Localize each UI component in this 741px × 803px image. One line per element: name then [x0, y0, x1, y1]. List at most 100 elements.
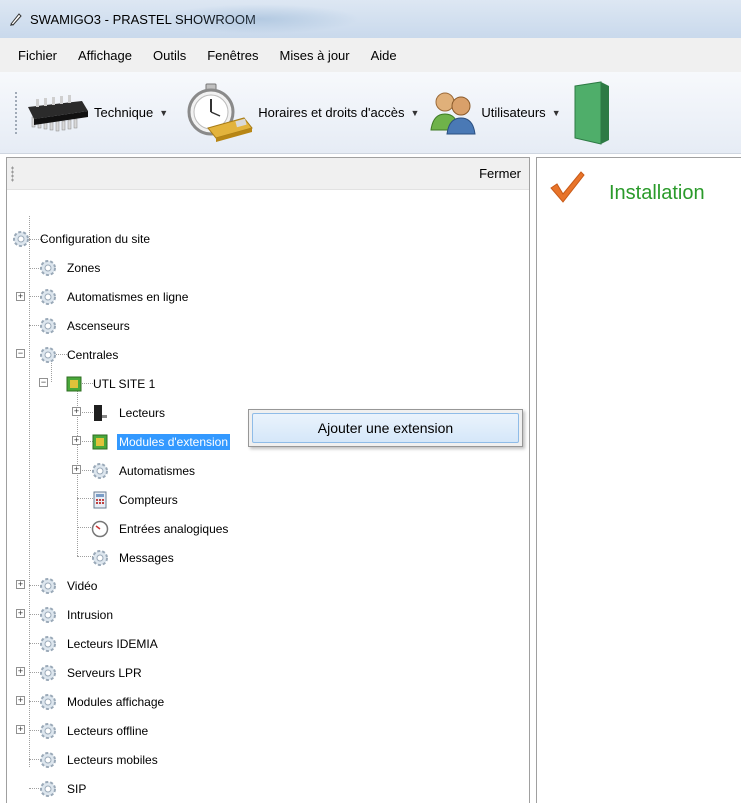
tree-node-modules-affichage[interactable]: Modules affichage [39, 691, 166, 713]
tree-node-lecteurs-idemia[interactable]: Lecteurs IDEMIA [39, 633, 160, 655]
gear-icon [40, 723, 56, 739]
expand-automatismes[interactable]: + [72, 465, 81, 474]
tree-label: Messages [119, 551, 174, 565]
menu-bar: Fichier Affichage Outils Fenêtres Mises … [0, 38, 741, 72]
menu-mises-a-jour[interactable]: Mises à jour [280, 48, 350, 63]
tree-node-intrusion[interactable]: Intrusion [39, 604, 115, 626]
gear-icon [40, 607, 56, 623]
tree-node-automatismes[interactable]: Automatismes [91, 460, 197, 482]
panel-heading: Installation [609, 182, 705, 204]
gear-icon [40, 752, 56, 768]
gauge-icon [91, 520, 109, 538]
expand-modules-affichage[interactable]: + [16, 696, 25, 705]
tree-label: Intrusion [67, 608, 114, 622]
tree-label: Lecteurs IDEMIA [67, 637, 158, 651]
tree-label: Automatismes [119, 464, 196, 478]
tree-label: Compteurs [119, 493, 178, 507]
expand-intrusion[interactable]: + [16, 609, 25, 618]
collapse-utl-site[interactable]: − [39, 378, 48, 387]
expand-serveurs-lpr[interactable]: + [16, 667, 25, 676]
gear-icon [40, 260, 56, 276]
context-menu: Ajouter une extension [248, 409, 523, 447]
expand-modules-extension[interactable]: + [72, 436, 81, 445]
chip-icon [28, 94, 88, 131]
gear-icon [40, 694, 56, 710]
calculator-icon [93, 491, 107, 509]
tree-node-compteurs[interactable]: Compteurs [91, 489, 180, 511]
tree-label: Lecteurs offline [67, 724, 149, 738]
gear-icon [40, 636, 56, 652]
tree-label: Automatismes en ligne [67, 290, 189, 304]
tree-label: Zones [67, 261, 101, 275]
gear-icon [40, 289, 56, 305]
circuit-board-icon [66, 376, 82, 392]
collapse-centrales[interactable]: − [16, 349, 25, 358]
tree-node-lecteurs-offline[interactable]: Lecteurs offline [39, 720, 150, 742]
tree-node-entrees-analogiques[interactable]: Entrées analogiques [91, 518, 230, 540]
expand-video[interactable]: + [16, 580, 25, 589]
tree-node-ascenseurs[interactable]: Ascenseurs [39, 315, 132, 337]
tree-node-zones[interactable]: Zones [39, 257, 102, 279]
technique-label: Technique [94, 105, 154, 120]
close-button[interactable]: Fermer [479, 166, 521, 181]
site-tree: + − − + + + + + + + + Configuration du s… [7, 190, 529, 797]
tree-label: Entrées analogiques [119, 522, 229, 536]
content-panel: Installation [536, 157, 741, 803]
tree-node-modules-extension[interactable]: Modules d'extension [91, 431, 231, 453]
chevron-down-icon[interactable]: ▼ [410, 108, 419, 118]
tree-label: Modules affichage [67, 695, 165, 709]
add-extension-menu-item[interactable]: Ajouter une extension [252, 413, 519, 443]
tree-label: Lecteurs [119, 406, 166, 420]
door-icon[interactable] [571, 80, 611, 146]
gear-icon [40, 347, 56, 363]
gear-icon [92, 463, 108, 479]
menu-outils[interactable]: Outils [153, 48, 186, 63]
tree-node-video[interactable]: Vidéo [39, 575, 99, 597]
tree-node-configuration[interactable]: Configuration du site [12, 228, 152, 250]
tree-node-lecteurs-mobiles[interactable]: Lecteurs mobiles [39, 749, 160, 771]
app-icon [10, 13, 22, 26]
toolbar: Technique ▼ Horaires et droits d'accès ▼… [0, 72, 741, 154]
tree-node-utl-site[interactable]: UTL SITE 1 [65, 373, 157, 395]
tree-label: UTL SITE 1 [93, 377, 156, 391]
expand-automatismes-en-ligne[interactable]: + [16, 292, 25, 301]
expand-lecteurs[interactable]: + [72, 407, 81, 416]
gear-icon [13, 231, 29, 247]
tree-label: Ascenseurs [67, 319, 130, 333]
users-icon [430, 92, 476, 134]
site-tree-panel: Fermer + − − + + + + + + + + Configurati… [6, 157, 530, 803]
utilisateurs-label: Utilisateurs [481, 105, 546, 120]
tree-node-centrales[interactable]: Centrales [39, 344, 120, 366]
utilisateurs-button[interactable]: Utilisateurs ▼ [429, 83, 564, 143]
menu-affichage[interactable]: Affichage [78, 48, 132, 63]
gear-icon [40, 665, 56, 681]
tree-node-messages[interactable]: Messages [91, 547, 176, 569]
menu-aide[interactable]: Aide [371, 48, 397, 63]
panel-header: Fermer [7, 158, 529, 190]
horaires-label: Horaires et droits d'accès [258, 105, 405, 120]
tree-label: Vidéo [67, 579, 98, 593]
gear-icon [92, 550, 108, 566]
toolbar-grip[interactable] [14, 90, 18, 135]
expand-lecteurs-offline[interactable]: + [16, 725, 25, 734]
tree-node-automatismes-en-ligne[interactable]: Automatismes en ligne [39, 286, 190, 308]
checkmark-icon [550, 171, 585, 203]
gear-icon [40, 318, 56, 334]
tree-node-sip[interactable]: SIP [39, 778, 88, 800]
chevron-down-icon[interactable]: ▼ [552, 108, 561, 118]
tree-label: Configuration du site [40, 232, 151, 246]
tree-node-serveurs-lpr[interactable]: Serveurs LPR [39, 662, 144, 684]
gear-icon [40, 578, 56, 594]
tree-label: Serveurs LPR [67, 666, 142, 680]
tree-label: SIP [67, 782, 87, 796]
horaires-button[interactable]: Horaires et droits d'accès ▼ [178, 83, 423, 143]
chevron-down-icon[interactable]: ▼ [159, 108, 168, 118]
menu-fichier[interactable]: Fichier [18, 48, 57, 63]
tree-label: Lecteurs mobiles [67, 753, 158, 767]
menu-fenetres[interactable]: Fenêtres [207, 48, 258, 63]
tree-node-lecteurs[interactable]: Lecteurs [91, 402, 167, 424]
gear-icon [40, 781, 56, 797]
technique-button[interactable]: Technique ▼ [26, 83, 172, 143]
stopwatch-icon [187, 83, 254, 142]
tree-label: Modules d'extension [117, 434, 231, 450]
